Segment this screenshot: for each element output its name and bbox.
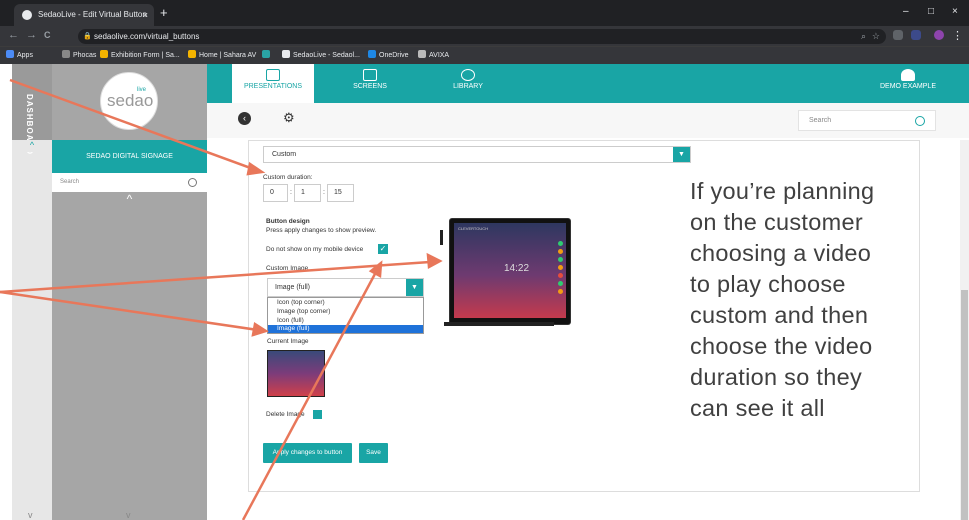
annotation-arrow xyxy=(0,260,431,294)
annotation-arrow xyxy=(9,78,257,172)
annotation-arrows xyxy=(0,78,443,520)
arrowhead-icon xyxy=(251,321,269,337)
arrowhead-icon xyxy=(426,252,443,270)
arrowhead-icon xyxy=(246,161,266,176)
annotation-arrow xyxy=(0,290,259,332)
annotation-arrow xyxy=(241,271,378,520)
